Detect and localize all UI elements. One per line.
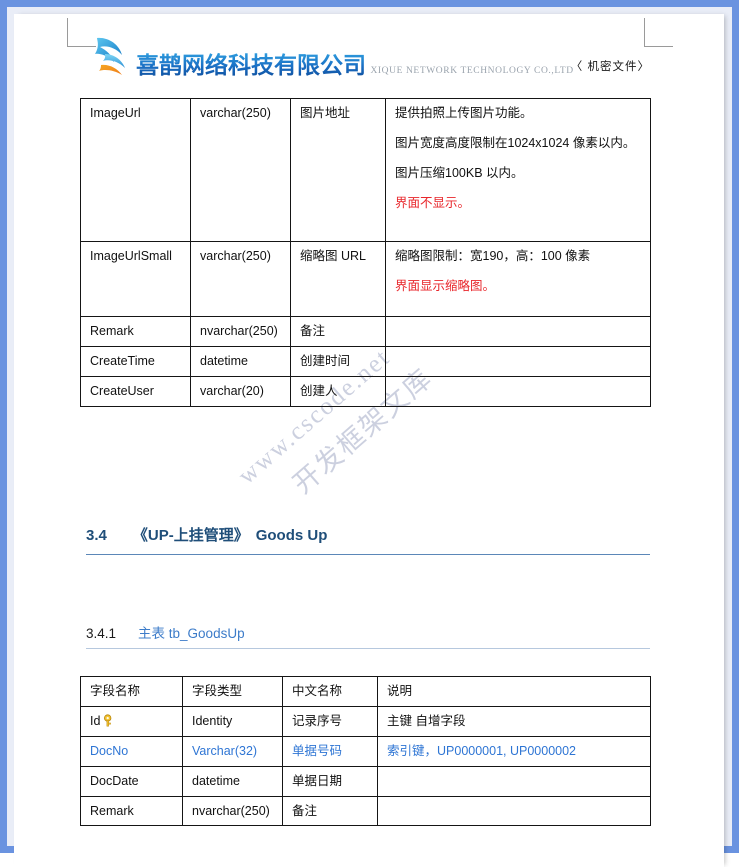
document-header: 喜鹊网络科技有限公司 XIQUE NETWORK TECHNOLOGY CO.,…: [80, 34, 650, 92]
table-row: ImageUrl varchar(250) 图片地址 提供拍照上传图片功能。 图…: [80, 98, 651, 242]
cell-field-cn: 创建时间: [290, 345, 386, 377]
table-row: DocDate datetime 单据日期: [80, 765, 651, 797]
cell-field-cn: 单据日期: [282, 765, 378, 797]
cell-field-type: Varchar(32): [182, 735, 283, 767]
column-header-field-cn: 中文名称: [282, 676, 378, 707]
cell-field-type: datetime: [190, 345, 291, 377]
cell-field-cn: 缩略图 URL: [290, 241, 386, 317]
company-name-cn: 喜鹊网络科技有限公司: [136, 52, 366, 78]
table-row: Id Identity 记录序号 主键 自增字段: [80, 705, 651, 737]
primary-key-icon: [104, 714, 112, 727]
desc-note: 界面显示缩略图。: [395, 278, 496, 293]
cell-field-name: DocDate: [80, 765, 183, 797]
subheading-rule: [86, 648, 650, 649]
cell-field-cn: 图片地址: [290, 98, 386, 242]
magpie-bird-icon: [95, 37, 125, 75]
cell-field-desc: [377, 765, 651, 797]
heading-number: 3.4: [86, 527, 107, 544]
cell-field-desc: [377, 795, 651, 827]
cell-field-name: DocNo: [80, 735, 183, 767]
desc-paragraph: 提供拍照上传图片功能。: [395, 106, 533, 120]
cell-field-name: CreateTime: [80, 345, 191, 377]
table-row: CreateTime datetime 创建时间: [80, 345, 651, 377]
cell-field-name: Remark: [80, 316, 191, 347]
cell-field-type: varchar(250): [190, 98, 291, 242]
cell-field-name: Remark: [80, 795, 183, 827]
cell-field-type: varchar(20): [190, 375, 291, 407]
cell-field-desc: 主键 自增字段: [377, 705, 651, 737]
cell-field-name: Id: [80, 705, 183, 737]
cell-field-cn: 备注: [282, 795, 378, 827]
document-content: 喜鹊网络科技有限公司 XIQUE NETWORK TECHNOLOGY CO.,…: [0, 0, 739, 853]
table-row: Remark nvarchar(250) 备注: [80, 316, 651, 347]
table-row: ImageUrlSmall varchar(250) 缩略图 URL 缩略图限制…: [80, 241, 651, 317]
cell-field-desc: 索引键，UP0000001, UP0000002: [377, 735, 651, 767]
subheading-label: 主表 tb_GoodsUp: [138, 626, 245, 641]
cell-field-name: ImageUrl: [80, 98, 191, 242]
desc-note: 界面不显示。: [395, 195, 471, 210]
cell-field-cn: 记录序号: [282, 705, 378, 737]
desc-paragraph: 缩略图限制：宽190，高：100 像素: [395, 249, 591, 263]
cell-field-type: Identity: [182, 705, 283, 737]
cell-field-desc: 提供拍照上传图片功能。 图片宽度高度限制在1024x1024 像素以内。 图片压…: [385, 98, 651, 242]
cell-field-desc: [385, 345, 651, 377]
column-header-field-name: 字段名称: [80, 676, 183, 707]
column-header-field-type: 字段类型: [182, 676, 283, 707]
field-name-text: Id: [90, 713, 101, 728]
desc-paragraph: 图片宽度高度限制在1024x1024 像素以内。: [395, 135, 636, 150]
logo-text: 喜鹊网络科技有限公司 XIQUE NETWORK TECHNOLOGY CO.,…: [136, 53, 574, 78]
heading-title-cn: 《UP-上挂管理》: [132, 527, 249, 544]
cell-field-cn: 备注: [290, 316, 386, 347]
heading-section-3-4-1: 3.4.1 主表 tb_GoodsUp: [86, 622, 650, 642]
cell-field-desc: [385, 375, 651, 407]
heading-section-3-4: 3.4 《UP-上挂管理》 Goods Up: [86, 524, 650, 545]
cell-field-desc: [385, 316, 651, 347]
cell-field-type: varchar(250): [190, 241, 291, 317]
column-header-description: 说明: [377, 676, 651, 707]
table-row: Remark nvarchar(250) 备注: [80, 795, 651, 827]
table-header-row: 字段名称 字段类型 中文名称 说明: [80, 676, 651, 707]
cell-field-name: ImageUrlSmall: [80, 241, 191, 317]
cell-field-cn: 单据号码: [282, 735, 378, 767]
table-goods-fields: ImageUrl varchar(250) 图片地址 提供拍照上传图片功能。 图…: [80, 98, 651, 407]
company-name-en: XIQUE NETWORK TECHNOLOGY CO.,LTD: [370, 66, 574, 76]
cell-field-desc: 缩略图限制：宽190，高：100 像素 界面显示缩略图。: [385, 241, 651, 317]
heading-rule: [86, 554, 650, 555]
cell-field-cn: 创建人: [290, 375, 386, 407]
desc-paragraph: 图片压缩100KB 以内。: [395, 165, 524, 180]
cell-field-type: nvarchar(250): [190, 316, 291, 347]
table-row: CreateUser varchar(20) 创建人: [80, 375, 651, 407]
subheading-number: 3.4.1: [86, 626, 117, 641]
company-logo: 喜鹊网络科技有限公司 XIQUE NETWORK TECHNOLOGY CO.,…: [92, 34, 574, 78]
cell-field-name: CreateUser: [80, 375, 191, 407]
heading-title-en: Goods Up: [255, 527, 328, 544]
table-row: DocNo Varchar(32) 单据号码 索引键，UP0000001, UP…: [80, 735, 651, 767]
cell-field-type: datetime: [182, 765, 283, 797]
table-goodsup-fields: 字段名称 字段类型 中文名称 说明 Id Identity 记录序号 主键 自增…: [80, 676, 651, 827]
cell-field-type: nvarchar(250): [182, 795, 283, 827]
confidential-mark: 〈 机密文件〉: [570, 61, 650, 73]
